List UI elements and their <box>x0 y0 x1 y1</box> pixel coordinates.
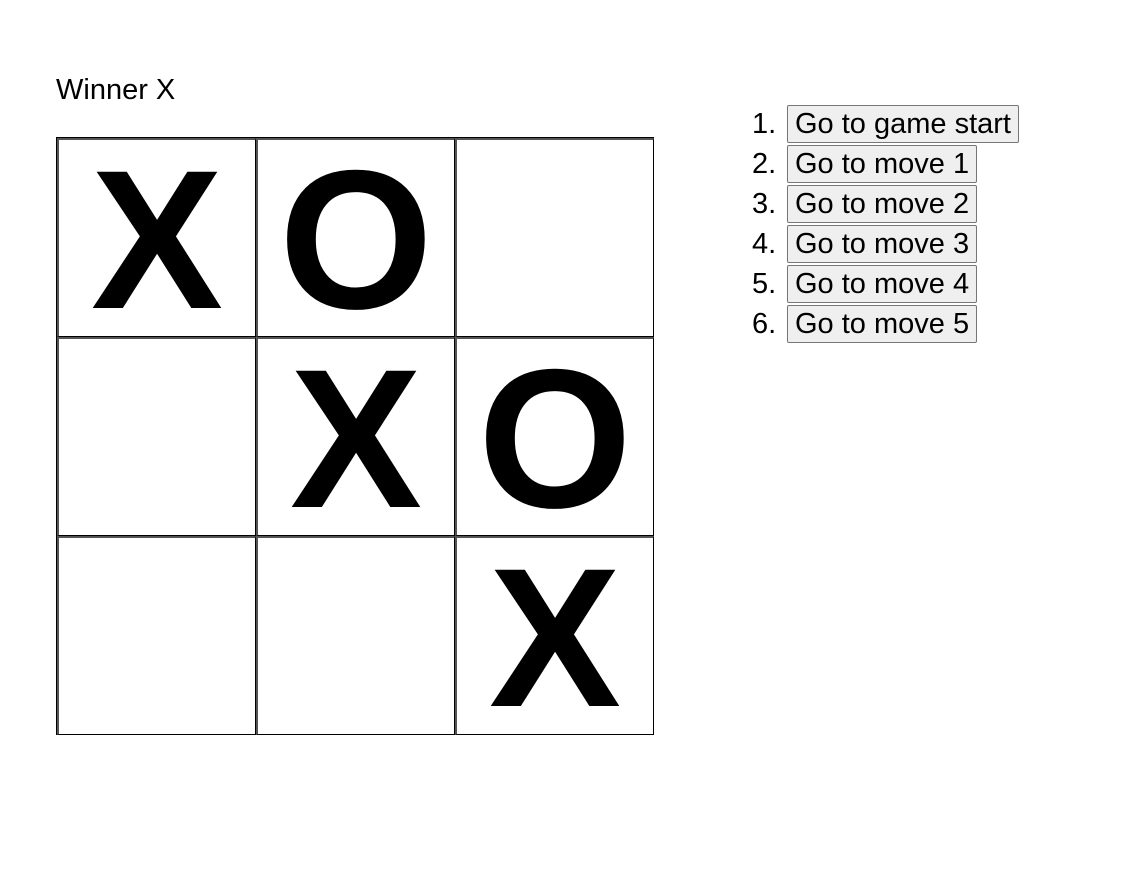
go-to-move-3-button[interactable]: Go to move 3 <box>787 225 978 263</box>
square-0[interactable]: X <box>57 138 256 337</box>
go-to-move-1-button[interactable]: Go to move 1 <box>787 145 978 183</box>
move-list-item: 5. Go to move 4 <box>752 264 1019 304</box>
square-4[interactable]: X <box>256 337 455 536</box>
square-8[interactable]: X <box>455 536 654 735</box>
move-number: 3. <box>752 187 777 220</box>
move-list-item: 4. Go to move 3 <box>752 224 1019 264</box>
square-2[interactable] <box>455 138 654 337</box>
move-list-item: 3. Go to move 2 <box>752 184 1019 224</box>
game-board: X O X O X <box>56 137 654 735</box>
square-1[interactable]: O <box>256 138 455 337</box>
square-7[interactable] <box>256 536 455 735</box>
move-list-item: 2. Go to move 1 <box>752 144 1019 184</box>
square-5[interactable]: O <box>455 337 654 536</box>
go-to-game-start-button[interactable]: Go to game start <box>787 105 1019 143</box>
move-list-item: 1. Go to game start <box>752 104 1019 144</box>
move-number: 6. <box>752 307 777 340</box>
square-3[interactable] <box>57 337 256 536</box>
move-history-list: 1. Go to game start 2. Go to move 1 3. G… <box>752 104 1019 344</box>
game-status: Winner X <box>56 74 176 106</box>
move-number: 4. <box>752 227 777 260</box>
move-number: 1. <box>752 107 777 140</box>
go-to-move-5-button[interactable]: Go to move 5 <box>787 305 978 343</box>
move-number: 5. <box>752 267 777 300</box>
move-number: 2. <box>752 147 777 180</box>
go-to-move-2-button[interactable]: Go to move 2 <box>787 185 978 223</box>
move-list-item: 6. Go to move 5 <box>752 304 1019 344</box>
square-6[interactable] <box>57 536 256 735</box>
go-to-move-4-button[interactable]: Go to move 4 <box>787 265 978 303</box>
